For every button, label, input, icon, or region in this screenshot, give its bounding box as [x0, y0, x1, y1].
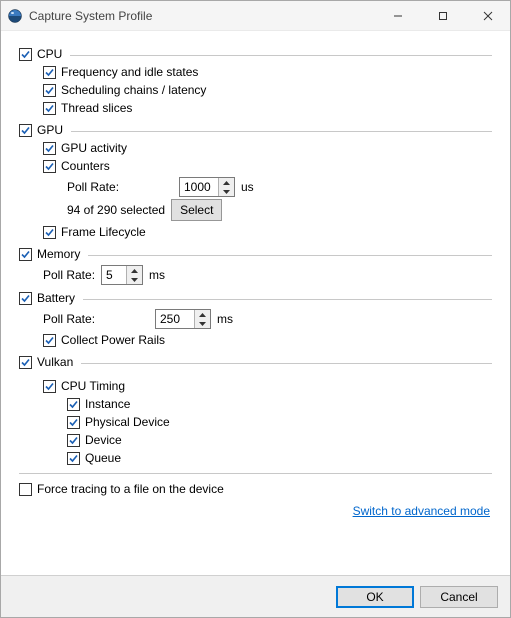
- vulkan-checkbox-row[interactable]: Vulkan: [19, 353, 492, 371]
- section-divider: [81, 363, 492, 364]
- battery-pollrate-row: Poll Rate: ms: [19, 309, 492, 329]
- spin-down-icon[interactable]: [127, 275, 142, 284]
- cpu-checkbox-row[interactable]: CPU: [19, 45, 492, 63]
- vulkan-physical-device-checkbox[interactable]: [67, 416, 80, 429]
- memory-pollrate-input[interactable]: [101, 265, 143, 285]
- memory-pollrate-field[interactable]: [102, 266, 126, 284]
- gpu-activity-checkbox[interactable]: [43, 142, 56, 155]
- cpu-label: CPU: [37, 45, 62, 63]
- spin-down-icon[interactable]: [195, 319, 210, 328]
- vulkan-device-row[interactable]: Device: [19, 431, 492, 449]
- battery-pollrate-field[interactable]: [156, 310, 194, 328]
- spin-down-icon[interactable]: [219, 187, 234, 196]
- spin-up-icon[interactable]: [127, 266, 142, 275]
- gpu-checkbox[interactable]: [19, 124, 32, 137]
- battery-label: Battery: [37, 289, 75, 307]
- cpu-sched-row[interactable]: Scheduling chains / latency: [19, 81, 492, 99]
- cpu-checkbox[interactable]: [19, 48, 32, 61]
- gpu-pollrate-input[interactable]: [179, 177, 235, 197]
- cancel-button[interactable]: Cancel: [420, 586, 498, 608]
- memory-pollrate-row: Poll Rate: ms: [19, 265, 492, 285]
- vulkan-instance-row[interactable]: Instance: [19, 395, 492, 413]
- minimize-button[interactable]: [375, 1, 420, 31]
- gpu-pollrate-unit: us: [241, 178, 254, 196]
- vulkan-instance-checkbox[interactable]: [67, 398, 80, 411]
- memory-checkbox-row[interactable]: Memory: [19, 245, 492, 263]
- vulkan-label: Vulkan: [37, 353, 73, 371]
- section-divider: [71, 131, 492, 132]
- titlebar: Capture System Profile: [1, 1, 510, 31]
- maximize-button[interactable]: [420, 1, 465, 31]
- spin-up-icon[interactable]: [219, 178, 234, 187]
- battery-pollrate-label: Poll Rate:: [43, 310, 127, 328]
- memory-pollrate-label: Poll Rate:: [43, 266, 95, 284]
- vulkan-cputiming-row[interactable]: CPU Timing: [19, 377, 492, 395]
- gpu-selected-text: 94 of 290 selected: [67, 201, 165, 219]
- gpu-pollrate-spinner[interactable]: [218, 178, 234, 196]
- vulkan-queue-checkbox[interactable]: [67, 452, 80, 465]
- vulkan-cputiming-checkbox[interactable]: [43, 380, 56, 393]
- vulkan-device-checkbox[interactable]: [67, 434, 80, 447]
- gpu-pollrate-field[interactable]: [180, 178, 218, 196]
- battery-rails-checkbox[interactable]: [43, 334, 56, 347]
- app-icon: [7, 8, 23, 24]
- gpu-selected-row: 94 of 290 selected Select: [19, 199, 492, 221]
- battery-pollrate-spinner[interactable]: [194, 310, 210, 328]
- cpu-slices-row[interactable]: Thread slices: [19, 99, 492, 117]
- memory-pollrate-spinner[interactable]: [126, 266, 142, 284]
- spin-up-icon[interactable]: [195, 310, 210, 319]
- gpu-checkbox-row[interactable]: GPU: [19, 121, 492, 139]
- button-bar: OK Cancel: [1, 575, 510, 617]
- memory-pollrate-unit: ms: [149, 266, 165, 284]
- force-tracing-row[interactable]: Force tracing to a file on the device: [19, 480, 492, 498]
- gpu-activity-row[interactable]: GPU activity: [19, 139, 492, 157]
- memory-label: Memory: [37, 245, 80, 263]
- vulkan-physical-device-row[interactable]: Physical Device: [19, 413, 492, 431]
- window-title: Capture System Profile: [29, 9, 152, 23]
- gpu-counters-row[interactable]: Counters: [19, 157, 492, 175]
- cpu-freq-row[interactable]: Frequency and idle states: [19, 63, 492, 81]
- gpu-counters-checkbox[interactable]: [43, 160, 56, 173]
- vulkan-checkbox[interactable]: [19, 356, 32, 369]
- memory-checkbox[interactable]: [19, 248, 32, 261]
- section-divider: [83, 299, 492, 300]
- force-tracing-checkbox[interactable]: [19, 483, 32, 496]
- battery-pollrate-input[interactable]: [155, 309, 211, 329]
- battery-checkbox[interactable]: [19, 292, 32, 305]
- battery-checkbox-row[interactable]: Battery: [19, 289, 492, 307]
- gpu-pollrate-label: Poll Rate:: [67, 178, 151, 196]
- section-divider: [70, 55, 492, 56]
- dialog-content: CPU Frequency and idle states Scheduling…: [1, 31, 510, 575]
- battery-pollrate-unit: ms: [217, 310, 233, 328]
- cpu-freq-checkbox[interactable]: [43, 66, 56, 79]
- vulkan-queue-row[interactable]: Queue: [19, 449, 492, 467]
- gpu-label: GPU: [37, 121, 63, 139]
- gpu-select-button[interactable]: Select: [171, 199, 222, 221]
- divider: [19, 473, 492, 474]
- ok-button[interactable]: OK: [336, 586, 414, 608]
- advanced-mode-link[interactable]: Switch to advanced mode: [353, 504, 490, 518]
- cpu-sched-checkbox[interactable]: [43, 84, 56, 97]
- cpu-slices-checkbox[interactable]: [43, 102, 56, 115]
- close-button[interactable]: [465, 1, 510, 31]
- gpu-frame-lifecycle-row[interactable]: Frame Lifecycle: [19, 223, 492, 241]
- gpu-pollrate-row: Poll Rate: us: [19, 177, 492, 197]
- section-divider: [88, 255, 492, 256]
- battery-rails-row[interactable]: Collect Power Rails: [19, 331, 492, 349]
- gpu-frame-lifecycle-checkbox[interactable]: [43, 226, 56, 239]
